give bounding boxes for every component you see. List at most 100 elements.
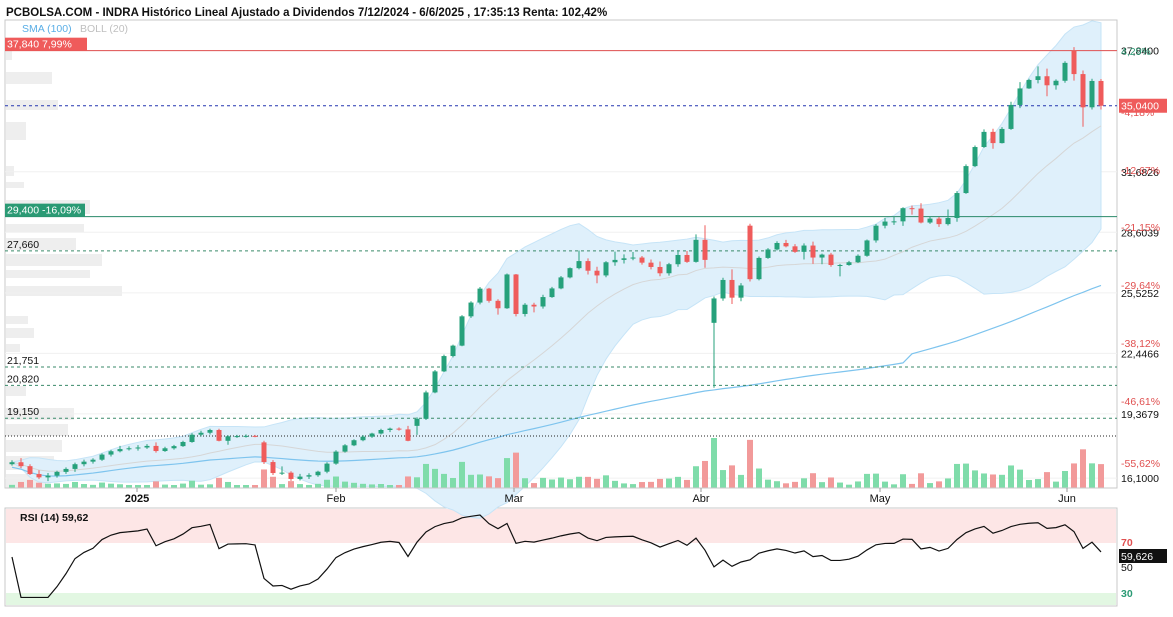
- volume-bar: [549, 479, 555, 488]
- volume-bar: [18, 481, 24, 488]
- candle-body: [153, 445, 159, 452]
- volume-bar: [729, 465, 735, 488]
- boll-legend[interactable]: BOLL (20): [80, 23, 128, 35]
- volume-bar: [63, 483, 69, 488]
- candle-body: [900, 208, 906, 222]
- volume-bar: [531, 483, 537, 488]
- candle-body: [315, 471, 321, 476]
- candle-body: [36, 474, 42, 478]
- candle-body: [297, 476, 303, 479]
- candle-body: [405, 429, 411, 441]
- volume-bar: [54, 483, 60, 488]
- volume-bar: [162, 484, 168, 488]
- candle-body: [1053, 80, 1059, 86]
- candle-body: [180, 441, 186, 447]
- volume-bar: [1062, 470, 1068, 488]
- volume-profile-bar: [6, 328, 34, 338]
- volume-bar: [900, 474, 906, 488]
- candle-body: [918, 208, 924, 223]
- candle-body: [738, 285, 744, 298]
- candle-body: [819, 254, 825, 258]
- volume-bar: [585, 476, 591, 488]
- rsi-oversold-zone: [6, 593, 1116, 605]
- volume-bar: [279, 484, 285, 488]
- volume-bar: [630, 484, 636, 488]
- candle-body: [378, 429, 384, 434]
- volume-bar: [765, 479, 771, 488]
- volume-bar: [819, 482, 825, 488]
- high-price-badge-text: 37,840 7,99%: [7, 39, 72, 51]
- volume-bar: [648, 481, 654, 488]
- volume-profile-bar: [6, 440, 62, 452]
- volume-profile-bar: [6, 386, 26, 396]
- candle-body: [441, 356, 447, 372]
- candle-body: [459, 316, 465, 346]
- candle-body: [801, 245, 807, 252]
- candle-body: [540, 297, 546, 307]
- volume-profile-bar: [6, 316, 28, 324]
- candle-body: [567, 268, 573, 278]
- candle-body: [783, 242, 789, 247]
- candle-body: [54, 471, 60, 476]
- volume-bar: [477, 474, 483, 488]
- volume-bar: [792, 481, 798, 488]
- candle-body: [972, 147, 978, 167]
- volume-bar: [675, 476, 681, 488]
- candle-body: [18, 462, 24, 467]
- candle-body: [855, 255, 861, 263]
- candle-body: [225, 436, 231, 441]
- volume-bar: [873, 473, 879, 488]
- candle-body: [234, 436, 240, 438]
- candle-body: [117, 449, 123, 452]
- candle-body: [999, 128, 1005, 144]
- pct-tick-label: -12,67%: [1121, 165, 1160, 177]
- sma-legend[interactable]: SMA (100): [22, 23, 72, 35]
- volume-profile-bar: [6, 72, 52, 84]
- candle-body: [1098, 80, 1104, 106]
- volume-profile-bar: [6, 182, 24, 188]
- candle-body: [702, 239, 708, 260]
- candle-body: [324, 463, 330, 472]
- candle-body: [513, 274, 519, 314]
- candle-body: [477, 288, 483, 303]
- candle-body: [990, 131, 996, 144]
- volume-bar: [81, 484, 87, 488]
- candle-body: [639, 257, 645, 263]
- candle-body: [1035, 76, 1041, 80]
- candle-body: [144, 445, 150, 448]
- volume-bar: [837, 482, 843, 488]
- candle-body: [531, 304, 537, 307]
- candle-body: [432, 371, 438, 393]
- x-tick-label: Abr: [692, 493, 709, 505]
- candle-body: [486, 288, 492, 301]
- volume-bar: [657, 478, 663, 488]
- candle-body: [891, 221, 897, 223]
- volume-bar: [333, 476, 339, 488]
- pct-tick-label: -55,62%: [1121, 458, 1160, 470]
- candle-body: [585, 261, 591, 271]
- candle-body: [495, 300, 501, 309]
- candle-body: [981, 131, 987, 148]
- candle-body: [747, 225, 753, 280]
- rsi-overbought-zone: [6, 509, 1116, 543]
- volume-bar: [828, 477, 834, 488]
- volume-bar: [1044, 472, 1050, 488]
- volume-bar: [891, 484, 897, 488]
- candle-body: [216, 429, 222, 441]
- support-level-label: 27,660: [7, 239, 39, 251]
- volume-bar: [378, 484, 384, 488]
- candle-body: [594, 270, 600, 276]
- volume-profile-bar: [6, 286, 122, 296]
- candle-body: [774, 242, 780, 250]
- volume-bar: [99, 482, 105, 488]
- volume-bar: [612, 480, 618, 488]
- volume-bar: [747, 439, 753, 488]
- candle-body: [648, 262, 654, 267]
- candle-body: [1044, 76, 1050, 86]
- volume-bar: [414, 477, 420, 488]
- candle-body: [27, 466, 33, 475]
- rsi-level-30: 30: [1121, 588, 1133, 600]
- candle-body: [621, 258, 627, 260]
- volume-profile-bar: [6, 344, 20, 352]
- volume-bar: [666, 478, 672, 488]
